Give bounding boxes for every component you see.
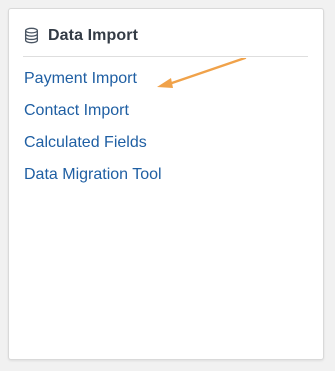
data-import-card: Data Import Payment Import Contact Impor… bbox=[8, 8, 324, 360]
database-icon bbox=[23, 27, 40, 44]
data-migration-tool-link[interactable]: Data Migration Tool bbox=[24, 166, 162, 183]
card-header: Data Import bbox=[23, 19, 308, 57]
contact-import-link[interactable]: Contact Import bbox=[24, 102, 129, 119]
list-item: Payment Import bbox=[24, 67, 162, 99]
import-links-list: Payment Import Contact Import Calculated… bbox=[24, 67, 162, 195]
list-item: Calculated Fields bbox=[24, 131, 162, 163]
payment-import-link[interactable]: Payment Import bbox=[24, 70, 137, 87]
card-title: Data Import bbox=[48, 26, 138, 44]
annotation-arrow-icon bbox=[157, 58, 247, 88]
calculated-fields-link[interactable]: Calculated Fields bbox=[24, 134, 147, 151]
list-item: Data Migration Tool bbox=[24, 163, 162, 195]
list-item: Contact Import bbox=[24, 99, 162, 131]
